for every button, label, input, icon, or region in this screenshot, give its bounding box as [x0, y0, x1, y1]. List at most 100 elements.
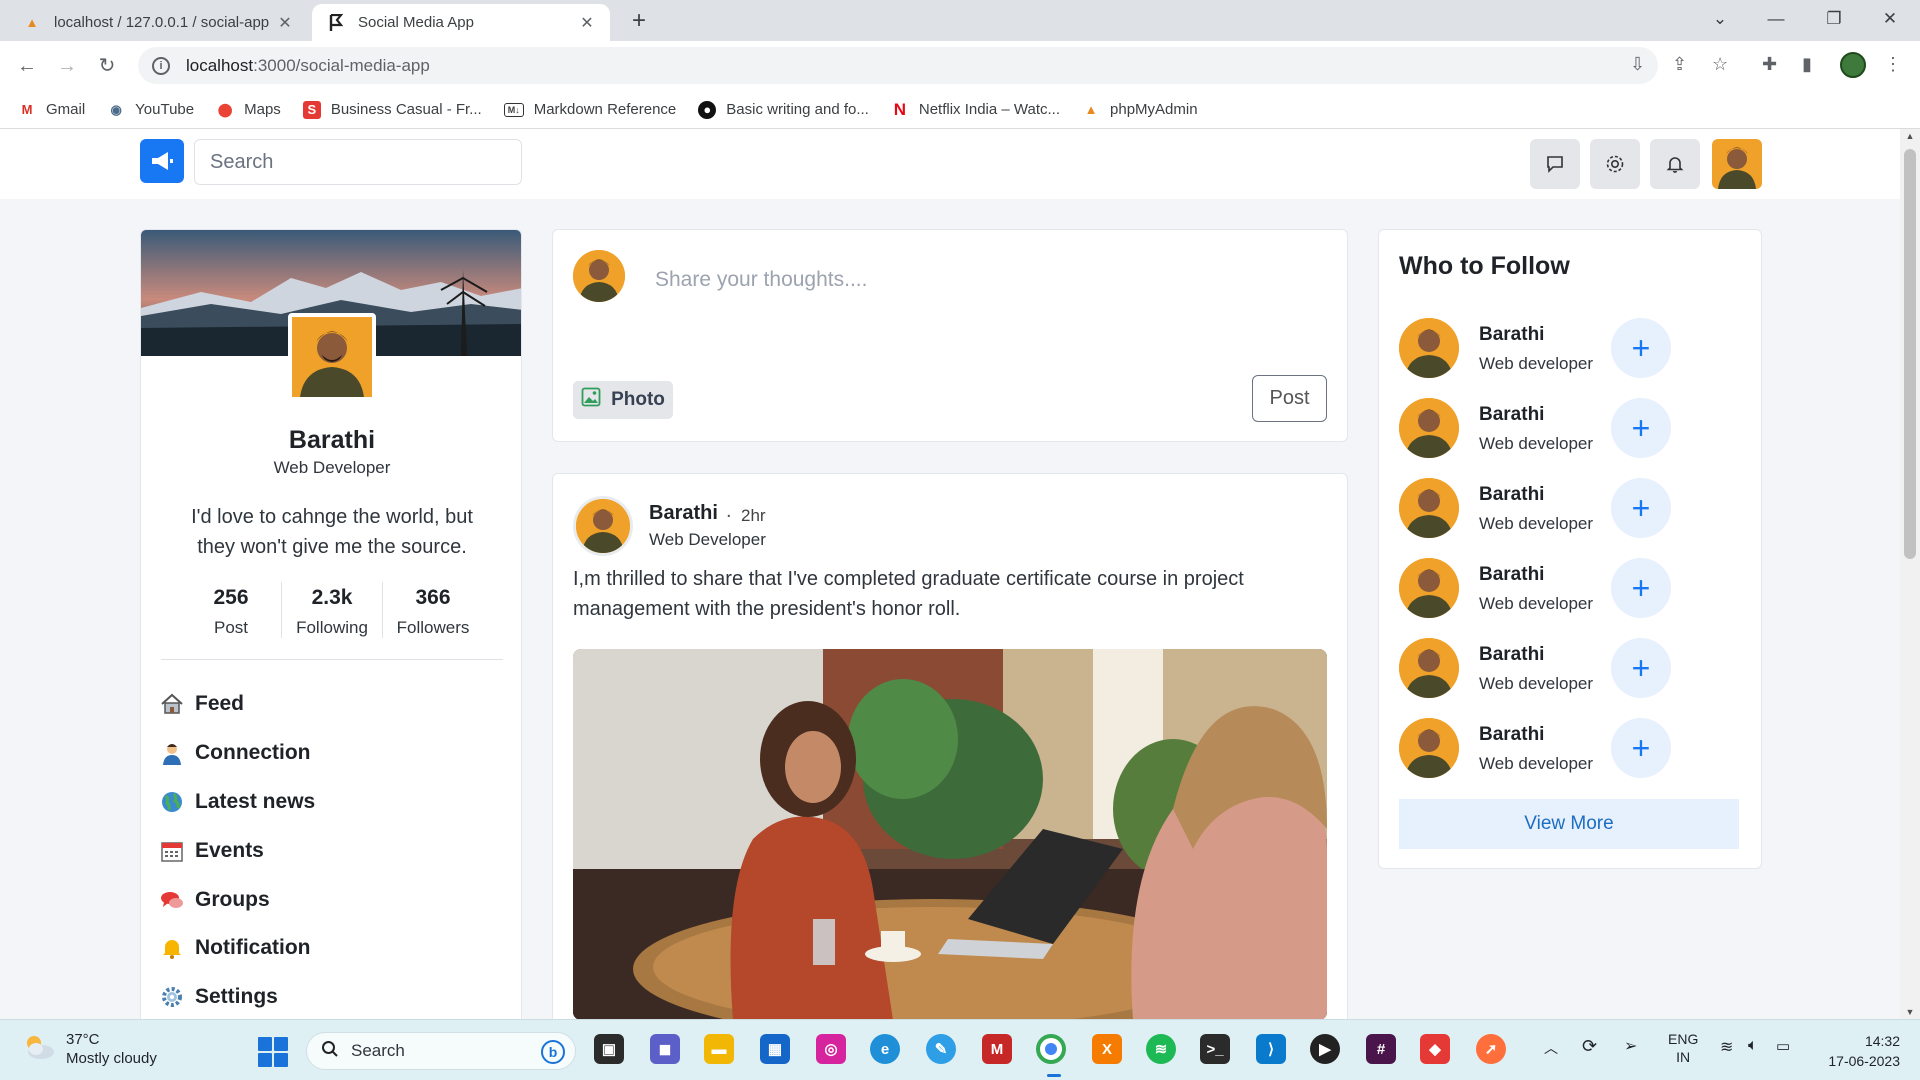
bookmark-star-icon[interactable]: ☆ [1712, 54, 1728, 75]
restore-icon[interactable]: ❐ [1806, 0, 1862, 41]
stat-followers[interactable]: 366 Followers [383, 582, 483, 638]
close-window-icon[interactable]: ✕ [1862, 0, 1918, 41]
minimize-icon[interactable]: — [1748, 0, 1804, 41]
suggestion-name[interactable]: Barathi [1479, 644, 1544, 666]
tab-phpmyadmin[interactable]: ▲ localhost / 127.0.0.1 / social-app ✕ [8, 4, 308, 41]
suggestion-name[interactable]: Barathi [1479, 564, 1544, 586]
search-input[interactable]: Search [194, 139, 522, 185]
page-scrollbar[interactable]: ▲ ▼ [1900, 129, 1920, 1019]
settings-button[interactable] [1590, 139, 1640, 189]
system-clock[interactable]: 14:32 17-06-2023 [1800, 1031, 1900, 1071]
instagram-icon[interactable]: ◎ [816, 1034, 846, 1064]
reload-icon[interactable]: ↻ [92, 51, 122, 81]
task-view-icon[interactable]: ▣ [594, 1034, 624, 1064]
post-image[interactable] [573, 649, 1327, 1019]
browser-profile-avatar[interactable] [1840, 52, 1866, 78]
teams-chat-icon[interactable]: ◼ [650, 1034, 680, 1064]
store-icon[interactable]: ▦ [760, 1034, 790, 1064]
add-photo-button[interactable]: Photo [573, 381, 673, 419]
bookmark-maps[interactable]: ⬤ Maps [216, 101, 281, 119]
tab-social-media-app[interactable]: Social Media App ✕ [312, 4, 610, 41]
bookmark-business-casual[interactable]: S Business Casual - Fr... [302, 100, 482, 119]
wifi-icon[interactable]: ≋ [1720, 1037, 1733, 1057]
send-icon[interactable]: ➢ [1624, 1036, 1637, 1056]
bookmark-phpmyadmin[interactable]: ▲ phpMyAdmin [1082, 101, 1198, 119]
post-button[interactable]: Post [1252, 375, 1327, 422]
bookmark-gmail[interactable]: M Gmail [18, 101, 86, 119]
follow-button[interactable]: + [1611, 558, 1671, 618]
file-explorer-icon[interactable]: ▬ [704, 1034, 734, 1064]
extensions-icon[interactable]: ✚ [1762, 54, 1777, 75]
share-thoughts-input[interactable]: Share your thoughts.... [655, 268, 867, 292]
stat-posts[interactable]: 256 Post [181, 582, 282, 638]
follow-button[interactable]: + [1611, 318, 1671, 378]
back-icon[interactable]: ← [12, 51, 42, 81]
scroll-up-icon[interactable]: ▲ [1904, 131, 1916, 141]
share-icon[interactable]: ⇪ [1672, 54, 1687, 75]
follow-button[interactable]: + [1611, 638, 1671, 698]
browser-menu-icon[interactable]: ⋮ [1884, 54, 1902, 75]
sidebar-item-notification[interactable]: Notification [159, 924, 499, 973]
site-info-icon[interactable]: i [152, 56, 170, 75]
messages-button[interactable] [1530, 139, 1580, 189]
windows-start-icon[interactable] [258, 1037, 288, 1067]
url-input[interactable]: i localhost:3000/social-media-app [138, 47, 1658, 84]
follow-button[interactable]: + [1611, 398, 1671, 458]
media-player-icon[interactable]: ▶ [1310, 1034, 1340, 1064]
chrome-icon[interactable] [1036, 1034, 1066, 1064]
bookmark-youtube[interactable]: ◉ YouTube [107, 101, 195, 119]
sidebar-item-settings[interactable]: Settings [159, 973, 499, 1019]
sidebar-item-events[interactable]: Events [159, 826, 499, 875]
avatar[interactable] [1399, 638, 1459, 698]
megaphone-logo-icon[interactable] [140, 139, 184, 183]
profile-picture[interactable] [288, 313, 376, 401]
battery-icon[interactable]: ▭ [1776, 1037, 1790, 1055]
sidebar-item-latest-news[interactable]: Latest news [159, 778, 499, 827]
bookmark-netflix[interactable]: N Netflix India – Watc... [891, 100, 1060, 119]
view-more-button[interactable]: View More [1399, 799, 1739, 849]
show-hidden-icons[interactable]: ︿ [1544, 1038, 1558, 1058]
volume-icon[interactable]: 🔈︎ [1748, 1037, 1758, 1055]
weather-widget[interactable]: 37°C Mostly cloudy [22, 1030, 157, 1068]
suggestion-name[interactable]: Barathi [1479, 724, 1544, 746]
weather-app-icon[interactable]: ✎ [926, 1034, 956, 1064]
notifications-button[interactable] [1650, 139, 1700, 189]
post-author-avatar[interactable] [573, 496, 633, 556]
language-indicator[interactable]: ENG IN [1668, 1030, 1698, 1066]
avatar[interactable] [1399, 558, 1459, 618]
spotify-icon[interactable]: ≋ [1146, 1034, 1176, 1064]
slack-icon[interactable]: # [1366, 1034, 1396, 1064]
scrollbar-thumb[interactable] [1904, 149, 1916, 559]
scroll-down-icon[interactable]: ▼ [1904, 1007, 1916, 1017]
anydesk-icon[interactable]: ◆ [1420, 1034, 1450, 1064]
forward-icon[interactable]: → [52, 51, 82, 81]
sync-icon[interactable]: ⟳ [1582, 1036, 1597, 1057]
mcafee-icon[interactable]: M [982, 1034, 1012, 1064]
user-avatar[interactable] [1712, 139, 1762, 189]
close-tab-icon[interactable]: ✕ [276, 13, 294, 33]
taskbar-search[interactable]: Search b [306, 1032, 576, 1070]
tab-search-icon[interactable]: ⌄ [1692, 0, 1748, 41]
follow-button[interactable]: + [1611, 718, 1671, 778]
sidebar-item-groups[interactable]: Groups [159, 875, 499, 924]
install-icon[interactable]: ⇩ [1630, 54, 1645, 75]
post-author-name[interactable]: Barathi [649, 502, 718, 525]
bookmark-markdown[interactable]: M↓ Markdown Reference [503, 101, 676, 118]
bookmark-github[interactable]: ● Basic writing and fo... [698, 100, 869, 119]
postman-icon[interactable]: ➚ [1476, 1034, 1506, 1064]
sidebar-item-feed[interactable]: Feed [159, 680, 499, 729]
follow-button[interactable]: + [1611, 478, 1671, 538]
side-panel-icon[interactable]: ▮ [1802, 54, 1812, 75]
avatar[interactable] [1399, 318, 1459, 378]
terminal-icon[interactable]: >_ [1200, 1034, 1230, 1064]
avatar[interactable] [1399, 478, 1459, 538]
avatar[interactable] [1399, 718, 1459, 778]
vscode-icon[interactable]: ⟩ [1256, 1034, 1286, 1064]
xampp-icon[interactable]: X [1092, 1034, 1122, 1064]
suggestion-name[interactable]: Barathi [1479, 404, 1544, 426]
suggestion-name[interactable]: Barathi [1479, 484, 1544, 506]
edge-icon[interactable]: e [870, 1034, 900, 1064]
close-tab-icon[interactable]: ✕ [578, 13, 596, 33]
sidebar-item-connection[interactable]: Connection [159, 729, 499, 778]
stat-following[interactable]: 2.3k Following [282, 582, 383, 638]
